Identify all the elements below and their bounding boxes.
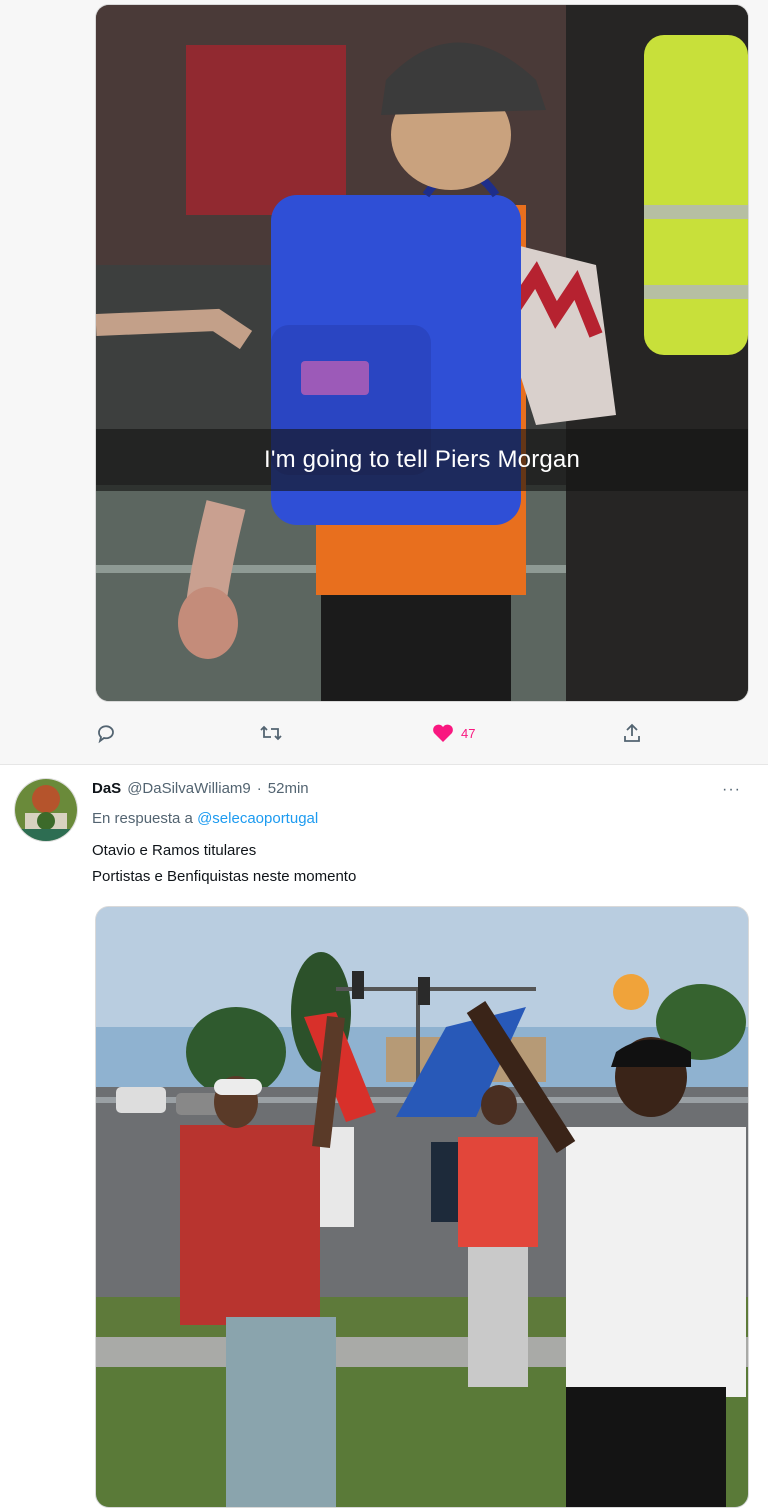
- like-button[interactable]: 47: [431, 718, 475, 748]
- separator-dot: ·: [256, 780, 262, 797]
- author-name[interactable]: DaS: [92, 780, 121, 797]
- tweet-media-image[interactable]: [95, 906, 749, 1508]
- heart-filled-icon: [433, 724, 453, 742]
- tweet-text-line: Otavio e Ramos titulares: [92, 842, 257, 859]
- retweet-icon: [260, 725, 282, 741]
- tweet-text: Otavio e Ramos titulares Portistas e Ben…: [92, 838, 356, 890]
- avatar[interactable]: [14, 778, 78, 842]
- reply-prefix: En respuesta a: [92, 810, 193, 827]
- reply-context: En respuesta a @selecaoportugal: [92, 810, 318, 827]
- reply-button[interactable]: [95, 718, 117, 748]
- tweet-action-bar: 47: [95, 718, 655, 748]
- backpack-photo: [96, 5, 748, 701]
- tweet-timestamp[interactable]: 52min: [268, 780, 309, 797]
- street-photo: [96, 907, 748, 1507]
- share-button[interactable]: [621, 718, 643, 748]
- reply-icon: [98, 725, 114, 744]
- like-count: 47: [461, 725, 476, 741]
- reply-mention-link[interactable]: @selecaoportugal: [197, 810, 318, 827]
- author-handle[interactable]: @DaSilvaWilliam9: [127, 780, 251, 797]
- snapchat-caption: I'm going to tell Piers Morgan: [96, 429, 748, 491]
- retweet-button[interactable]: [259, 718, 283, 748]
- more-options-icon[interactable]: ···: [722, 781, 741, 799]
- tweet-text-line: Portistas e Benfiquistas neste momento: [92, 868, 357, 885]
- tweet-media-image[interactable]: I'm going to tell Piers Morgan: [95, 4, 749, 702]
- share-icon: [624, 723, 640, 742]
- avatar-image: [15, 779, 77, 841]
- tweet-divider: [0, 764, 768, 765]
- tweet-header: DaS @DaSilvaWilliam9 · 52min: [92, 780, 309, 802]
